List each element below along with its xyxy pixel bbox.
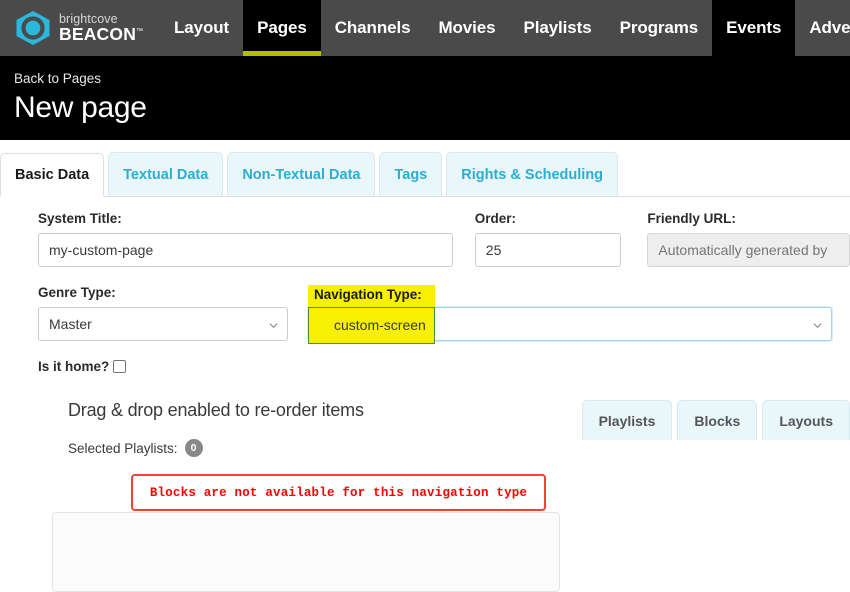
side-tab-playlists[interactable]: Playlists [581,400,673,440]
basic-data-form: System Title: Order: Friendly URL: Genre… [0,197,850,374]
tab-label: Rights & Scheduling [461,166,604,183]
system-title-label: System Title: [38,211,122,226]
is-home-checkbox[interactable] [113,360,127,373]
order-label: Order: [474,211,517,226]
nav-item-advertisement[interactable]: Advertisement [795,0,850,56]
system-title-input[interactable] [38,233,453,267]
nav-item-label: Layout [174,18,230,37]
tab-basic-data[interactable]: Basic Data [0,153,105,197]
brand-wordmark: brightcove BEACON™ [59,12,144,44]
nav-item-playlists[interactable]: Playlists [509,0,605,56]
nav-item-label: Movies [438,18,496,37]
side-tab-label: Blocks [694,412,741,429]
order-input[interactable] [474,233,622,267]
top-navigation-bar: brightcove BEACON™ Layout Pages Channels… [0,0,850,56]
selected-playlists-row: Selected Playlists: 0 [0,439,850,457]
nav-item-programs[interactable]: Programs [606,0,713,56]
nav-item-label: Pages [257,18,307,37]
page-title: New page [14,91,147,124]
trademark-symbol: ™ [136,28,144,36]
resource-tab-group: Playlists Blocks Layouts [577,400,850,440]
nav-item-label: Playlists [523,18,592,37]
nav-item-label: Channels [334,18,411,37]
selected-playlists-label: Selected Playlists: [68,440,178,456]
nav-item-layout[interactable]: Layout [160,0,243,56]
form-row-1: System Title: Order: Friendly URL: [0,211,850,267]
nav-item-label: Advertisement [809,18,850,37]
detail-tab-strip: Basic Data Textual Data Non-Textual Data… [0,140,850,197]
tab-rights-and-scheduling[interactable]: Rights & Scheduling [446,152,619,196]
friendly-url-input [647,233,850,267]
back-to-pages-link[interactable]: Back to Pages [14,71,101,86]
side-tab-layouts[interactable]: Layouts [762,400,850,440]
form-row-2: Genre Type: Master Navigation Type: cust… [0,285,850,344]
side-tab-blocks[interactable]: Blocks [677,400,758,440]
navigation-type-value: custom-screen [319,316,411,332]
tab-label: Textual Data [123,166,209,183]
genre-type-label: Genre Type: [38,285,116,300]
error-message-text: Blocks are not available for this naviga… [149,485,528,500]
hexagon-circle-logo-icon [16,11,50,45]
brand-logo[interactable]: brightcove BEACON™ [0,0,160,56]
field-genre-type: Genre Type: Master [38,285,288,341]
navigation-type-label: Navigation Type: [308,285,416,300]
friendly-url-label: Friendly URL: [647,211,736,226]
page-header: Back to Pages New page [0,56,850,140]
tab-tags[interactable]: Tags [379,152,443,196]
tab-label: Basic Data [15,167,90,183]
nav-item-label: Programs [619,18,699,37]
blocks-unavailable-error: Blocks are not available for this naviga… [131,474,546,511]
nav-item-movies[interactable]: Movies [424,0,509,56]
chevron-down-icon [269,323,278,329]
tab-non-textual-data[interactable]: Non-Textual Data [227,152,376,196]
field-system-title: System Title: [38,211,453,267]
field-friendly-url: Friendly URL: [647,211,850,267]
field-order: Order: [474,211,622,267]
nav-item-events[interactable]: Events [712,0,796,56]
drag-drop-panel[interactable] [52,512,560,592]
tab-label: Tags [394,166,428,183]
tab-textual-data[interactable]: Textual Data [108,152,224,196]
side-tab-label: Layouts [779,412,833,429]
genre-type-value: Master [49,316,92,332]
nav-item-channels[interactable]: Channels [321,0,425,56]
navigation-type-select[interactable]: custom-screen [308,307,832,341]
selected-playlists-count-badge: 0 [184,439,203,457]
nav-item-label: Events [726,18,782,37]
side-tab-label: Playlists [598,412,656,429]
chevron-down-icon [813,323,822,329]
tab-label: Non-Textual Data [242,166,361,183]
brand-bottom-word: BEACON™ [59,24,144,44]
nav-item-pages[interactable]: Pages [243,0,321,56]
is-home-label: Is it home? [38,359,110,374]
genre-type-select[interactable]: Master [38,307,288,341]
field-is-home: Is it home? [0,359,850,374]
playlist-arrangement-section: Drag & drop enabled to re-order items Se… [0,400,850,592]
field-navigation-type: Navigation Type: custom-screen [308,285,832,341]
